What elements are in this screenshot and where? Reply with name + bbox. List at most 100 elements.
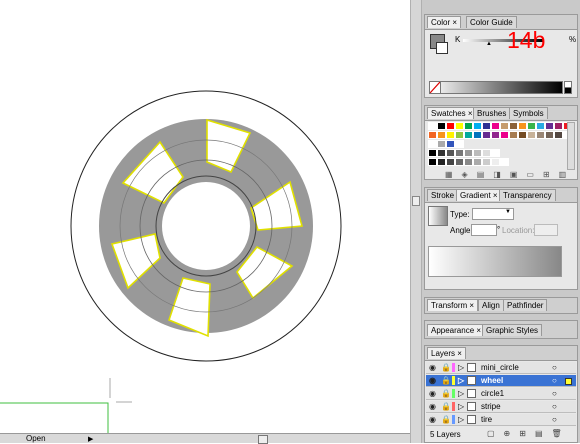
swatch[interactable] xyxy=(509,131,518,139)
swatch[interactable] xyxy=(455,122,464,130)
swatch[interactable] xyxy=(527,131,536,139)
swatch[interactable] xyxy=(446,158,455,166)
swatch[interactable] xyxy=(464,149,473,157)
layers-footer-icons[interactable]: ▢⊕⊞▤🗑 xyxy=(487,429,571,438)
swatch[interactable] xyxy=(428,122,437,130)
layer-row[interactable]: ◉ 🔒 ▷ stripe ○ xyxy=(426,401,576,413)
swatch[interactable] xyxy=(455,149,464,157)
status-label[interactable]: Open xyxy=(26,434,46,443)
tab-brushes[interactable]: Brushes xyxy=(473,107,511,119)
target-icon[interactable]: ○ xyxy=(552,401,557,412)
none-swatch-icon[interactable] xyxy=(429,81,441,94)
layer-row[interactable]: ◉ 🔒 ▷ wheel ○ xyxy=(426,375,576,387)
tab-swatches[interactable]: Swatches × xyxy=(427,107,477,119)
swatch[interactable] xyxy=(536,122,545,130)
swatch[interactable] xyxy=(482,131,491,139)
k-slider-handle-icon[interactable]: ▲ xyxy=(486,41,492,47)
stroke-swatch[interactable] xyxy=(436,42,448,54)
gradient-slider[interactable] xyxy=(428,246,562,277)
swatch[interactable] xyxy=(491,158,500,166)
tab-symbols[interactable]: Symbols xyxy=(509,107,548,119)
swatch[interactable] xyxy=(527,122,536,130)
swatch[interactable] xyxy=(482,122,491,130)
swatch[interactable] xyxy=(428,140,437,148)
tab-layers[interactable]: Layers × xyxy=(427,347,466,359)
swatch[interactable] xyxy=(473,149,482,157)
swatch[interactable] xyxy=(554,131,563,139)
swatch[interactable] xyxy=(536,131,545,139)
wheel-artwork[interactable] xyxy=(0,0,410,433)
swatch[interactable] xyxy=(446,149,455,157)
layer-name[interactable]: mini_circle xyxy=(481,363,519,372)
tab-appearance[interactable]: Appearance × xyxy=(427,324,486,336)
swatch[interactable] xyxy=(500,122,509,130)
swatch[interactable] xyxy=(482,149,491,157)
layer-name[interactable]: circle1 xyxy=(481,389,504,398)
layer-name[interactable]: tire xyxy=(481,415,492,424)
swatch[interactable] xyxy=(455,158,464,166)
swatch[interactable] xyxy=(437,140,446,148)
swatch[interactable] xyxy=(473,131,482,139)
tab-align[interactable]: Align xyxy=(478,299,504,311)
eye-icon[interactable]: ◉ xyxy=(429,362,436,373)
expand-arrow-icon[interactable]: ▷ xyxy=(458,375,464,386)
swatch[interactable] xyxy=(428,131,437,139)
swatch[interactable] xyxy=(473,122,482,130)
angle-input[interactable] xyxy=(471,224,497,236)
target-icon[interactable]: ○ xyxy=(552,375,557,386)
expand-arrow-icon[interactable]: ▷ xyxy=(458,362,464,373)
swatch[interactable] xyxy=(437,149,446,157)
layer-name[interactable]: wheel xyxy=(481,376,503,385)
lock-icon[interactable]: 🔒 xyxy=(441,388,451,399)
swatch[interactable] xyxy=(428,149,437,157)
swatch[interactable] xyxy=(446,140,455,148)
lock-icon[interactable]: 🔒 xyxy=(441,362,451,373)
swatch[interactable] xyxy=(455,140,464,148)
swatch[interactable] xyxy=(518,122,527,130)
color-spectrum[interactable] xyxy=(429,81,563,94)
swatch[interactable] xyxy=(437,131,446,139)
lock-icon[interactable]: 🔒 xyxy=(441,401,451,412)
layer-row[interactable]: ◉ 🔒 ▷ circle1 ○ xyxy=(426,388,576,400)
swatch[interactable] xyxy=(446,131,455,139)
target-icon[interactable]: ○ xyxy=(552,414,557,425)
swatch[interactable] xyxy=(518,131,527,139)
expand-arrow-icon[interactable]: ▷ xyxy=(458,388,464,399)
tab-pathfinder[interactable]: Pathfinder xyxy=(503,299,548,311)
swatch[interactable] xyxy=(545,131,554,139)
eye-icon[interactable]: ◉ xyxy=(429,375,436,386)
lock-icon[interactable]: 🔒 xyxy=(441,375,451,386)
layer-row[interactable]: ◉ 🔒 ▷ tire ○ xyxy=(426,414,576,426)
tab-gradient[interactable]: Gradient × xyxy=(456,189,502,201)
swatch[interactable] xyxy=(545,122,554,130)
swatch[interactable] xyxy=(473,158,482,166)
swatches-footer-icons[interactable]: ▦◈▤◨▣▭⊞▥ xyxy=(445,170,575,179)
gradient-preview[interactable] xyxy=(428,206,448,226)
swatch[interactable] xyxy=(464,131,473,139)
layer-name[interactable]: stripe xyxy=(481,402,501,411)
swatch[interactable] xyxy=(491,122,500,130)
expand-arrow-icon[interactable]: ▷ xyxy=(458,414,464,425)
tab-stroke[interactable]: Stroke xyxy=(427,189,459,201)
swatch[interactable] xyxy=(464,122,473,130)
tab-color[interactable]: Color × xyxy=(427,16,462,28)
artboard-canvas[interactable] xyxy=(0,0,410,443)
swatch[interactable] xyxy=(455,131,464,139)
layer-row[interactable]: ◉ 🔒 ▷ mini_circle ○ xyxy=(426,362,576,374)
white-swatch[interactable] xyxy=(564,87,572,94)
tab-graphic-styles[interactable]: Graphic Styles xyxy=(482,324,543,336)
swatch[interactable] xyxy=(446,122,455,130)
lock-icon[interactable]: 🔒 xyxy=(441,414,451,425)
swatch[interactable] xyxy=(482,158,491,166)
dock-collapse-handle[interactable] xyxy=(412,196,420,206)
swatch[interactable] xyxy=(500,158,509,166)
type-select[interactable]: ▼ xyxy=(472,208,514,220)
swatch[interactable] xyxy=(509,122,518,130)
swatch[interactable] xyxy=(500,131,509,139)
swatch[interactable] xyxy=(437,158,446,166)
tab-transform[interactable]: Transform × xyxy=(427,299,479,311)
swatch[interactable] xyxy=(428,158,437,166)
panel-dock-divider[interactable] xyxy=(410,0,422,443)
tab-transparency[interactable]: Transparency xyxy=(499,189,556,201)
target-icon[interactable]: ○ xyxy=(552,362,557,373)
